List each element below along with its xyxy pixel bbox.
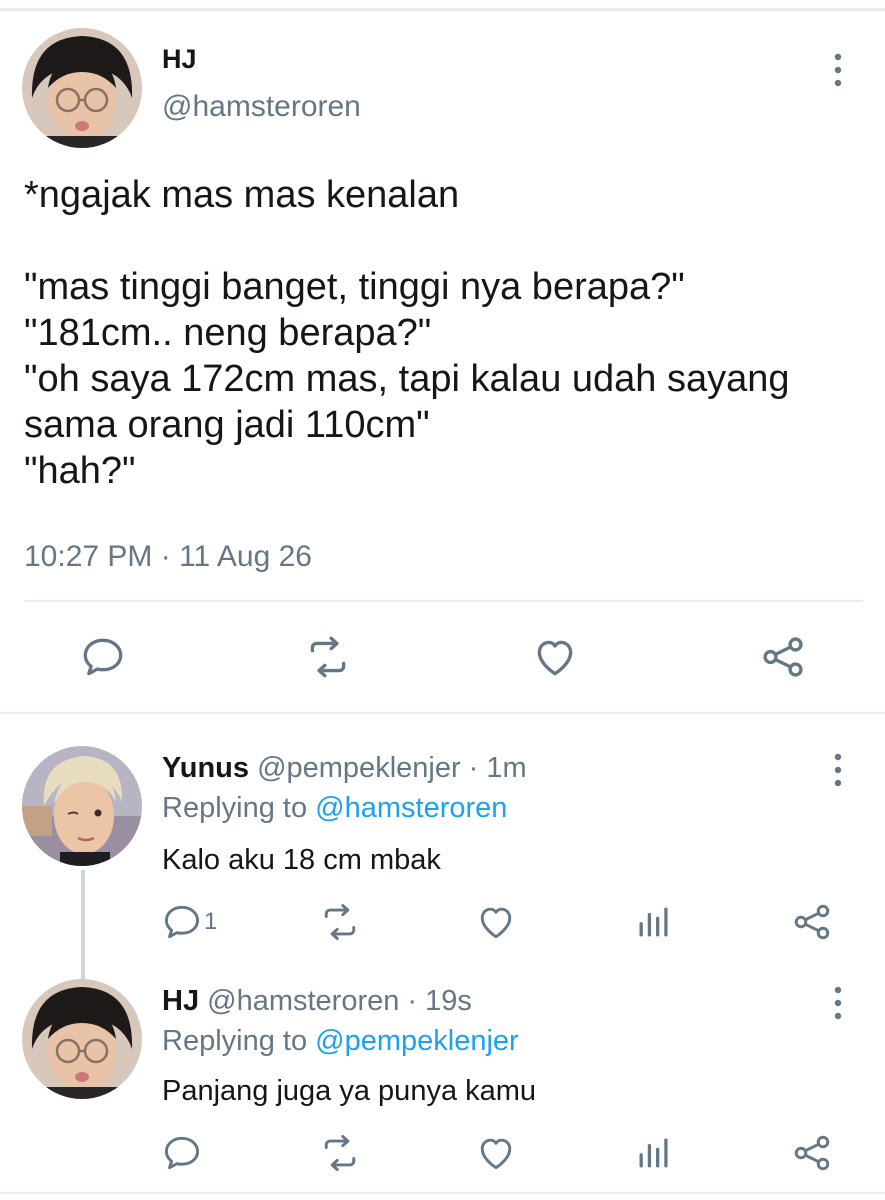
more-options-icon[interactable]	[831, 52, 845, 88]
top-divider	[0, 8, 885, 11]
retweet-icon[interactable]	[303, 632, 353, 682]
reply-text: Panjang juga ya punya kamu	[162, 1075, 537, 1107]
reply-header: Yunus @pempeklenjer · 1m	[162, 752, 527, 785]
bottom-divider	[0, 1192, 885, 1194]
replying-prefix: Replying to	[162, 792, 316, 824]
author-name[interactable]: HJ	[162, 985, 199, 1017]
replying-to: Replying to @pempeklenjer	[162, 1025, 519, 1058]
more-options-icon[interactable]	[831, 985, 845, 1021]
author-name[interactable]: Yunus	[162, 752, 249, 784]
avatar-photo	[22, 979, 142, 1099]
main-tweet[interactable]: HJ @hamsteroren *ngajak mas mas kenalan …	[0, 12, 885, 712]
avatar[interactable]	[22, 979, 142, 1099]
replying-prefix: Replying to	[162, 1025, 316, 1057]
author-meta[interactable]: @hamsteroren · 19s	[207, 985, 472, 1017]
reply-count: 1	[204, 908, 218, 935]
tweet-text: *ngajak mas mas kenalan "mas tinggi bang…	[24, 174, 790, 492]
reply-header: HJ @hamsteroren · 19s	[162, 985, 472, 1018]
avatar-photo	[22, 746, 142, 866]
replying-to: Replying to @hamsteroren	[162, 792, 507, 825]
mention-link[interactable]: @hamsteroren	[315, 792, 507, 824]
share-icon[interactable]	[790, 900, 834, 944]
analytics-icon[interactable]	[632, 900, 676, 944]
reply-tweet[interactable]: HJ @hamsteroren · 19s Replying to @pempe…	[0, 975, 885, 1192]
section-divider	[0, 712, 885, 714]
avatar[interactable]	[22, 746, 142, 866]
avatar-photo	[22, 28, 142, 148]
more-options-icon[interactable]	[831, 752, 845, 788]
share-icon[interactable]	[758, 632, 808, 682]
mention-link[interactable]: @pempeklenjer	[315, 1025, 519, 1057]
like-icon[interactable]	[474, 1131, 518, 1175]
reply-icon[interactable]	[160, 900, 204, 944]
reply-tweet[interactable]: Yunus @pempeklenjer · 1m Replying to @ha…	[0, 740, 885, 980]
reply-icon[interactable]	[160, 1131, 204, 1175]
divider	[24, 600, 863, 602]
retweet-icon[interactable]	[318, 1131, 362, 1175]
share-icon[interactable]	[790, 1131, 834, 1175]
reply-icon[interactable]	[78, 632, 128, 682]
tweet-timestamp[interactable]: 10:27 PM · 11 Aug 26	[24, 540, 312, 574]
author-name[interactable]: HJ	[162, 44, 197, 75]
thread-line	[81, 870, 85, 980]
reply-text: Kalo aku 18 cm mbak	[162, 844, 441, 876]
author-handle[interactable]: @hamsteroren	[162, 90, 361, 124]
retweet-icon[interactable]	[318, 900, 362, 944]
avatar[interactable]	[22, 28, 142, 148]
like-icon[interactable]	[530, 632, 580, 682]
analytics-icon[interactable]	[632, 1131, 676, 1175]
like-icon[interactable]	[474, 900, 518, 944]
author-meta[interactable]: @pempeklenjer · 1m	[257, 752, 527, 784]
